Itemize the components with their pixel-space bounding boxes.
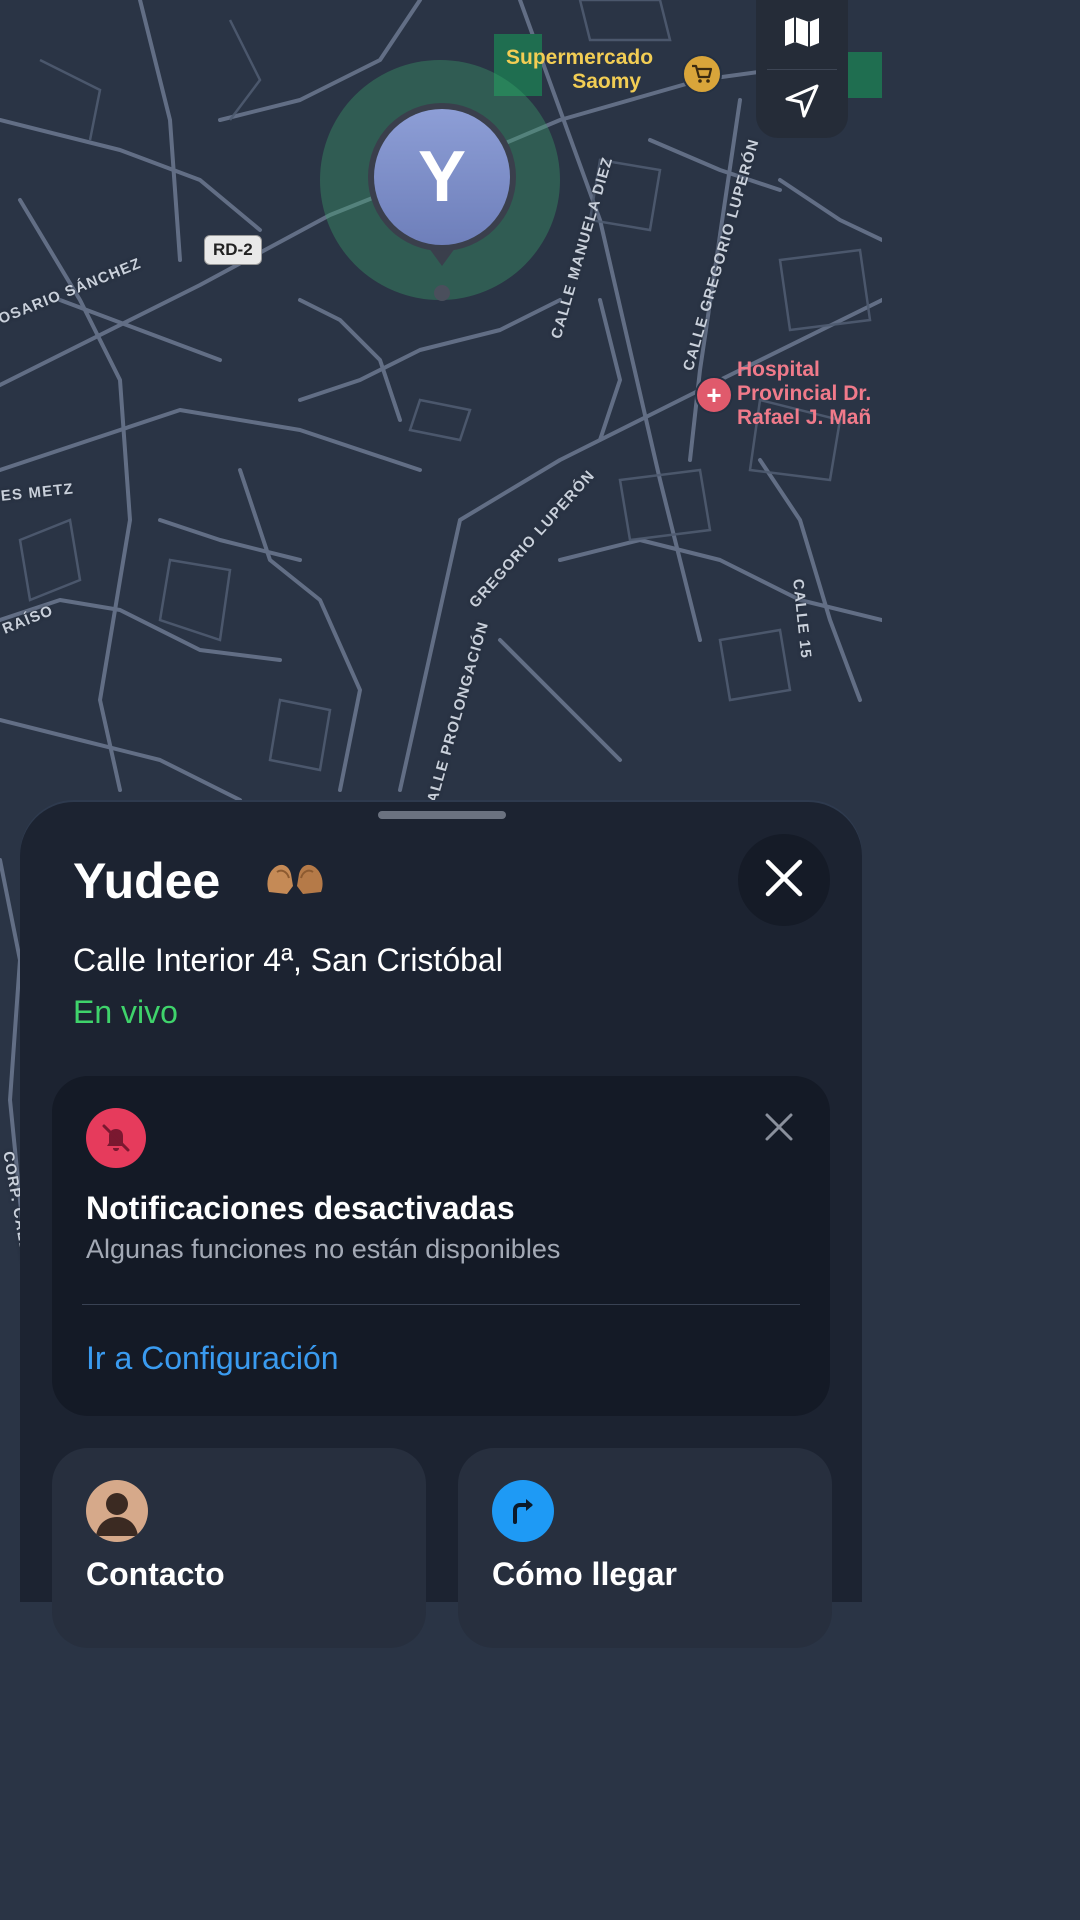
poi-name: Rafael J. Mañ bbox=[737, 406, 872, 429]
shopping-cart-icon[interactable] bbox=[682, 54, 722, 94]
avatar: Y bbox=[374, 109, 510, 245]
map-controls bbox=[756, 0, 848, 138]
turn-right-arrow-icon bbox=[492, 1480, 554, 1542]
poi-name: Saomy bbox=[572, 70, 642, 93]
map-icon bbox=[783, 15, 821, 54]
directions-label: Cómo llegar bbox=[492, 1556, 677, 1592]
person-icon bbox=[86, 1480, 148, 1542]
person-name: Yudee bbox=[73, 853, 221, 909]
park-area bbox=[848, 52, 882, 98]
pin-anchor-dot bbox=[434, 285, 450, 301]
bell-slash-icon bbox=[86, 1108, 146, 1168]
dismiss-notification-button[interactable] bbox=[762, 1112, 796, 1146]
notification-subtitle: Algunas funciones no están disponibles bbox=[86, 1234, 561, 1264]
location-arrow-icon bbox=[783, 82, 821, 125]
map-mode-button[interactable] bbox=[756, 0, 848, 69]
person-address: Calle Interior 4ª, San Cristóbal bbox=[73, 942, 503, 978]
poi-supermarket-label[interactable]: Supermercado Saomy bbox=[506, 46, 653, 94]
user-location-pin[interactable]: Y bbox=[368, 103, 516, 251]
go-to-settings-link[interactable]: Ir a Configuración bbox=[86, 1340, 339, 1377]
road-shield: RD-2 bbox=[204, 235, 262, 265]
close-icon bbox=[764, 858, 804, 903]
notification-title: Notificaciones desactivadas bbox=[86, 1190, 515, 1226]
poi-name: Supermercado bbox=[506, 46, 654, 69]
hospital-cross-icon[interactable]: + bbox=[695, 376, 733, 414]
directions-button[interactable]: Cómo llegar bbox=[458, 1448, 832, 1648]
notifications-disabled-card: Notificaciones desactivadas Algunas func… bbox=[52, 1076, 830, 1416]
heart-hands-emoji bbox=[263, 860, 327, 905]
current-location-button[interactable] bbox=[756, 70, 848, 139]
contact-label: Contacto bbox=[86, 1556, 225, 1592]
close-button[interactable] bbox=[738, 834, 830, 926]
sheet-grabber[interactable] bbox=[378, 811, 506, 819]
contact-button[interactable]: Contacto bbox=[52, 1448, 426, 1648]
poi-name: Provincial Dr. bbox=[737, 382, 872, 405]
poi-hospital-label[interactable]: Hospital Provincial Dr. Rafael J. Mañ bbox=[737, 358, 871, 430]
divider bbox=[82, 1304, 800, 1305]
live-status: En vivo bbox=[73, 994, 178, 1030]
person-detail-sheet: Yudee Calle Interior 4ª, San Cristóbal E… bbox=[20, 802, 862, 1648]
close-icon bbox=[764, 1112, 794, 1147]
poi-name: Hospital bbox=[737, 358, 820, 381]
